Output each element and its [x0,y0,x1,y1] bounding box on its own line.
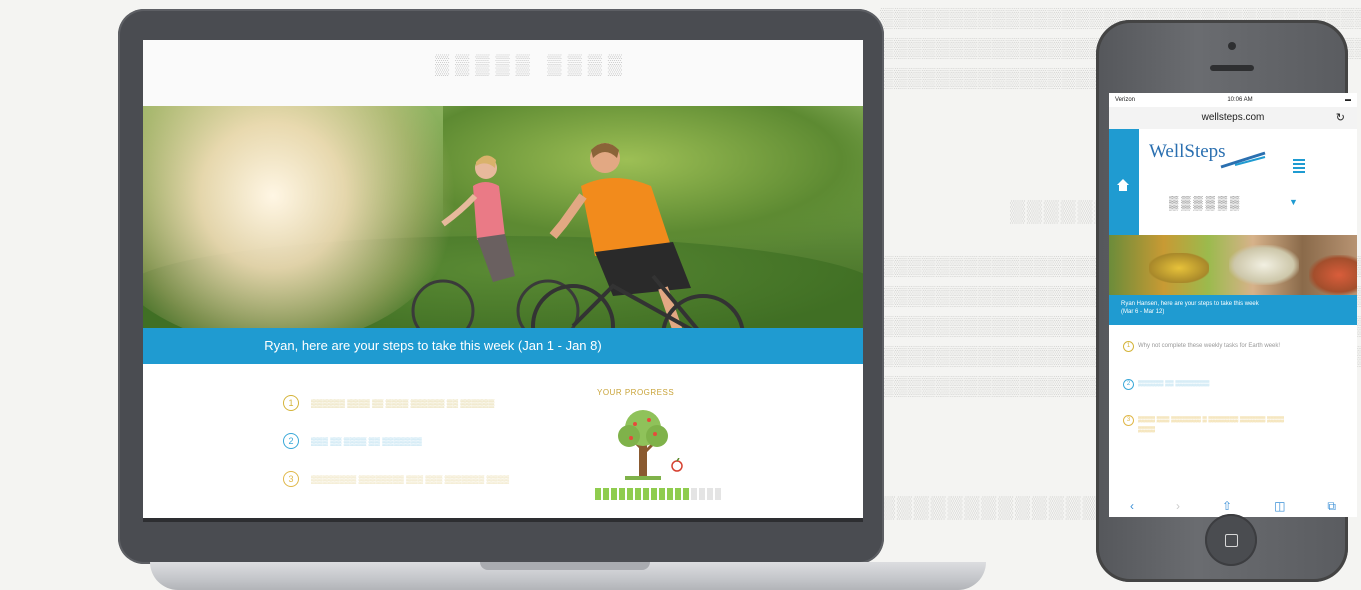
chevron-down-icon[interactable]: ▼ [1289,197,1298,207]
home-tab[interactable] [1109,129,1139,235]
phone-task-1[interactable]: 1 Why not complete these weekly tasks fo… [1123,341,1288,352]
task-item-2[interactable]: 2 ▒▒▒ ▒▒ ▒▒▒▒ ▒▒ ▒▒▒▒▒▒▒ [283,422,583,460]
progress-segment [643,488,649,500]
progress-segment [707,488,713,500]
weekly-steps-banner: Ryan, here are your steps to take this w… [143,328,863,364]
progress-segment [627,488,633,500]
task-text-3-blurred: ▒▒▒▒▒▒▒▒ ▒▒▒▒▒▒▒▒ ▒▒▒ ▒▒▒ ▒▒▒▒▒▒▒ ▒▒▒▒ [311,474,510,484]
tabs-icon[interactable]: ⧉ [1327,499,1336,514]
laptop-base-notch [480,562,650,570]
progress-segment [715,488,721,500]
site-header-blurred: ▒▒▒▒▒ ▒▒▒▒ [435,54,629,76]
status-bar: Verizon 10:06 AM ▬ [1109,93,1357,107]
task-number-3: 3 [283,471,299,487]
progress-segment [603,488,609,500]
phone-task-2[interactable]: 2 ▒▒▒▒▒▒ ▒▒ ▒▒▒▒▒▒▒▒ [1123,379,1288,390]
logo-swoosh [1220,151,1266,169]
share-icon[interactable]: ⇧ [1222,499,1232,513]
phone-task-number-2: 2 [1123,379,1134,390]
mobile-nav: WellSteps ▒▒▒▒▒▒ ▼ [1109,129,1357,235]
tree-icon [618,410,668,480]
your-progress-label: YOUR PROGRESS [597,388,675,397]
progress-segment [667,488,673,500]
wellsteps-logo: WellSteps [1149,141,1226,162]
progress-segment [683,488,689,500]
phone-task-text-1: Why not complete these weekly tasks for … [1138,343,1281,349]
laptop-screen-edge [143,518,863,522]
task-item-1[interactable]: 1 ▒▒▒▒▒▒ ▒▒▒▒ ▒▒ ▒▒▒▒ ▒▒▒▒▒▒ ▒▒ ▒▒▒▒▒▒ [283,384,583,422]
back-icon[interactable]: ‹ [1130,499,1134,513]
url-bar[interactable]: wellsteps.com ↻ [1109,107,1357,129]
apple-icon [671,458,683,472]
laptop-screen: ▒▒▒▒▒ ▒▒▒▒ Ryan, here are your steps to … [143,40,863,518]
home-icon [1117,179,1129,191]
task-text-2-blurred: ▒▒▒ ▒▒ ▒▒▒▒ ▒▒ ▒▒▒▒▒▒▒ [311,436,422,446]
status-carrier: Verizon [1115,97,1136,103]
status-time: 10:06 AM [1227,97,1253,103]
home-button-icon [1225,534,1238,547]
url-text: wellsteps.com [1201,112,1265,123]
progress-segment [619,488,625,500]
market-image [1109,235,1357,295]
progress-segment [611,488,617,500]
forward-icon[interactable]: › [1176,499,1180,513]
progress-segment [699,488,705,500]
phone-task-number-1: 1 [1123,341,1134,352]
task-number-2: 2 [283,433,299,449]
reload-icon[interactable]: ↻ [1336,107,1345,129]
phone-task-text-2-blurred: ▒▒▒▒▒▒ ▒▒ ▒▒▒▒▒▒▒▒ [1138,381,1210,387]
hero-image [143,106,863,328]
battery-icon: ▬ [1345,97,1351,103]
phone-task-number-3: 3 [1123,415,1134,426]
phone-task-3[interactable]: 3 ▒▒▒▒ ▒▒▒ ▒▒▒▒▒▒▒ ▒ ▒▒▒▒▒▒▒ ▒▒▒▒▒▒ ▒▒▒▒… [1123,415,1288,435]
phone-camera [1228,42,1236,50]
hamburger-menu-icon[interactable] [1293,159,1305,175]
phone-banner-dates: (Mar 6 - Mar 12) [1121,309,1165,315]
progress-segment [651,488,657,500]
weekly-steps-banner-text: Ryan, here are your steps to take this w… [264,338,602,353]
cyclists-illustration [411,143,745,328]
task-list: 1 ▒▒▒▒▒▒ ▒▒▒▒ ▒▒ ▒▒▒▒ ▒▒▒▒▒▒ ▒▒ ▒▒▒▒▒▒ 2… [283,384,583,498]
phone-steps-banner: Ryan Hansen, here are your steps to take… [1109,295,1357,325]
progress-bar [595,488,721,500]
progress-segment [635,488,641,500]
progress-segment [691,488,697,500]
phone-speaker [1210,65,1254,71]
bookmarks-icon[interactable]: ◫ [1274,499,1285,513]
progress-segment [659,488,665,500]
menu-label-blurred: ▒▒▒▒▒▒ [1169,195,1243,210]
task-number-1: 1 [283,395,299,411]
phone-screen: Verizon 10:06 AM ▬ wellsteps.com ↻ WellS… [1109,93,1357,517]
task-text-1-blurred: ▒▒▒▒▒▒ ▒▒▒▒ ▒▒ ▒▒▒▒ ▒▒▒▒▒▒ ▒▒ ▒▒▒▒▒▒ [311,398,495,408]
site-header: ▒▒▒▒▒ ▒▒▒▒ [143,40,863,106]
progress-segment [595,488,601,500]
phone-banner-text: Ryan Hansen, here are your steps to take… [1121,301,1259,307]
task-item-3[interactable]: 3 ▒▒▒▒▒▒▒▒ ▒▒▒▒▒▒▒▒ ▒▒▒ ▒▒▒ ▒▒▒▒▒▒▒ ▒▒▒▒ [283,460,583,498]
progress-segment [675,488,681,500]
phone-task-text-3-blurred: ▒▒▒▒ ▒▒▒ ▒▒▒▒▒▒▒ ▒ ▒▒▒▒▒▒▒ ▒▒▒▒▒▒ ▒▒▒▒ ▒… [1138,417,1285,433]
